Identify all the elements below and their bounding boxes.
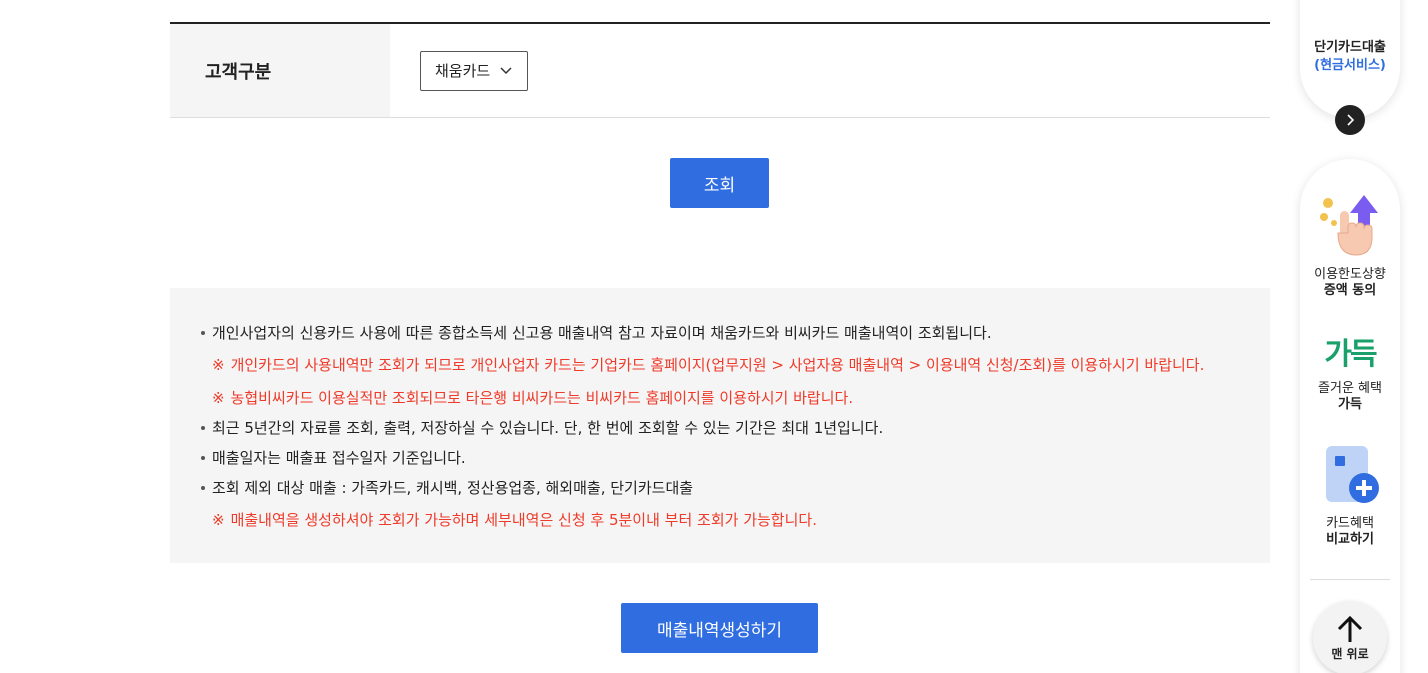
quick-menu-divider xyxy=(1310,579,1390,580)
card-compare-item[interactable]: 카드혜택 비교하기 xyxy=(1300,444,1400,548)
notice-item: 최근 5년간의 자료를 조회, 출력, 저장하실 수 있습니다. 단, 한 번에… xyxy=(198,413,1270,443)
notice-warning: ※ 농협비씨카드 이용실적만 조회되므로 타은행 비씨카드는 비씨카드 홈페이지를… xyxy=(198,383,1270,413)
notice-text: 조회 제외 대상 매출 : 가족카드, 캐시백, 정산용업종, 해외매출, 단기… xyxy=(212,479,694,497)
notice-text: 최근 5년간의 자료를 조회, 출력, 저장하실 수 있습니다. 단, 한 번에… xyxy=(212,419,884,437)
notice-item: 개인사업자의 신용카드 사용에 따른 종합소득세 신고용 매출내역 참고 자료이… xyxy=(198,318,1270,348)
limit-increase-line1: 이용한도상향 xyxy=(1314,267,1386,282)
arrow-up-icon xyxy=(1337,615,1363,642)
benefit-gadeuk-item[interactable]: 가득 즐거운 혜택 가득 xyxy=(1300,329,1400,413)
bullet-dot xyxy=(201,426,205,430)
customer-type-value: 채움카드 xyxy=(435,62,491,80)
notice-warning: ※ 개인카드의 사용내역만 조회가 되므로 개인사업자 카드는 기업카드 홈페이지… xyxy=(198,348,1270,383)
customer-type-cell: 채움카드 xyxy=(390,24,1270,117)
bullet-dot xyxy=(201,456,205,460)
benefit-line2: 가득 xyxy=(1338,397,1362,412)
reference-mark: ※ xyxy=(212,511,225,529)
notice-text: 농협비씨카드 이용실적만 조회되므로 타은행 비씨카드는 비씨카드 홈페이지를 … xyxy=(230,389,854,407)
notice-box: 개인사업자의 신용카드 사용에 따른 종합소득세 신고용 매출내역 참고 자료이… xyxy=(170,288,1270,563)
cash-service-label: (현금서비스) xyxy=(1314,58,1386,73)
quick-menu: 이용한도상향 증액 동의 가득 즐거운 혜택 가득 카드혜택 비교하기 맨 위로 xyxy=(1300,159,1400,673)
search-button[interactable]: 조회 xyxy=(670,158,769,208)
card-plus-icon xyxy=(1326,446,1379,503)
short-term-loan-label: 단기카드대출 xyxy=(1314,40,1386,55)
bullet-dot xyxy=(201,331,205,335)
hand-up-icon xyxy=(1320,195,1378,256)
card-compare-line2: 비교하기 xyxy=(1326,532,1374,547)
limit-increase-item[interactable]: 이용한도상향 증액 동의 xyxy=(1300,193,1400,299)
next-button[interactable] xyxy=(1335,105,1365,135)
notice-text: 매출내역을 생성하셔야 조회가 가능하며 세부내역은 신청 후 5분이내 부터 … xyxy=(230,511,817,529)
notice-text: 매출일자는 매출표 접수일자 기준입니다. xyxy=(212,449,466,467)
gadeuk-logo-icon: 가득 xyxy=(1318,329,1382,373)
bullet-dot xyxy=(201,486,205,490)
benefit-line1: 즐거운 혜택 xyxy=(1318,381,1382,396)
page: 고객구분 채움카드 조회 개인사업자의 신용카드 사용에 따른 종합소득세 신고… xyxy=(0,0,1428,673)
scroll-top-label: 맨 위로 xyxy=(1331,646,1369,661)
limit-increase-line2: 증액 동의 xyxy=(1323,283,1377,298)
generate-sales-button[interactable]: 매출내역생성하기 xyxy=(621,603,818,653)
notice-text: 개인사업자의 신용카드 사용에 따른 종합소득세 신고용 매출내역 참고 자료이… xyxy=(212,324,992,342)
notice-item: 조회 제외 대상 매출 : 가족카드, 캐시백, 정산용업종, 해외매출, 단기… xyxy=(198,473,1270,503)
customer-type-label: 고객구분 xyxy=(170,24,390,117)
gadeuk-logo-text: 가득 xyxy=(1324,337,1377,372)
scroll-top-button[interactable]: 맨 위로 xyxy=(1313,601,1387,673)
notice-text: 개인카드의 사용내역만 조회가 되므로 개인사업자 카드는 기업카드 홈페이지(… xyxy=(230,356,1205,374)
short-term-loan-menu[interactable]: 단기카드대출 (현금서비스) xyxy=(1300,0,1400,135)
reference-mark: ※ xyxy=(212,389,225,407)
reference-mark: ※ xyxy=(212,356,225,374)
chevron-down-icon xyxy=(500,66,512,74)
notice-warning: ※ 매출내역을 생성하셔야 조회가 가능하며 세부내역은 신청 후 5분이내 부터… xyxy=(198,503,1270,538)
customer-type-select[interactable]: 채움카드 xyxy=(420,50,528,91)
customer-type-row: 고객구분 채움카드 xyxy=(170,22,1270,118)
chevron-right-icon xyxy=(1347,114,1355,126)
notice-item: 매출일자는 매출표 접수일자 기준입니다. xyxy=(198,443,1270,473)
card-compare-line1: 카드혜택 xyxy=(1326,516,1374,531)
